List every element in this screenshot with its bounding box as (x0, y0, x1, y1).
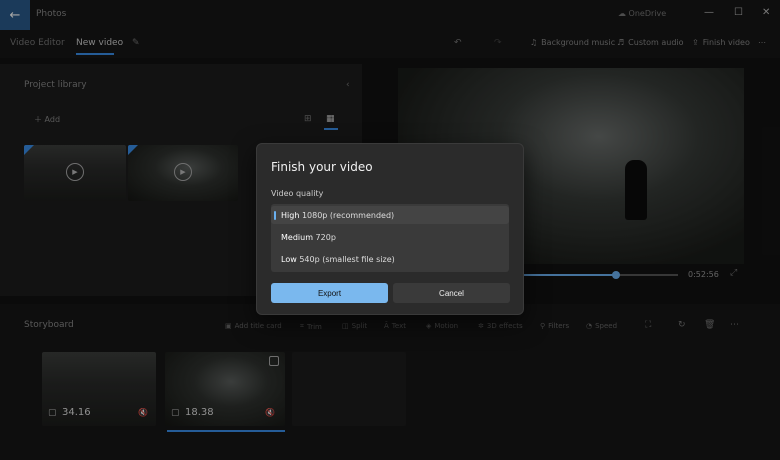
selection-indicator (274, 211, 276, 220)
option-high[interactable]: High 1080p (recommended) (281, 211, 394, 220)
video-quality-dropdown[interactable]: High 1080p (recommended) Medium 720p Low… (271, 204, 509, 272)
dialog-title: Finish your video (271, 160, 373, 174)
option-medium-name: Medium (281, 233, 313, 242)
export-button[interactable]: Export (271, 283, 388, 303)
option-low[interactable]: Low 540p (smallest file size) (281, 255, 395, 264)
option-high-detail: 1080p (recommended) (301, 211, 395, 220)
video-quality-label: Video quality (271, 189, 324, 198)
cancel-button[interactable]: Cancel (393, 283, 510, 303)
option-medium[interactable]: Medium 720p (281, 233, 336, 242)
option-low-name: Low (281, 255, 297, 264)
option-low-detail: 540p (smallest file size) (299, 255, 395, 264)
option-high-name: High (281, 211, 300, 220)
option-medium-detail: 720p (315, 233, 336, 242)
finish-video-dialog: Finish your video Video quality High 108… (256, 143, 524, 315)
